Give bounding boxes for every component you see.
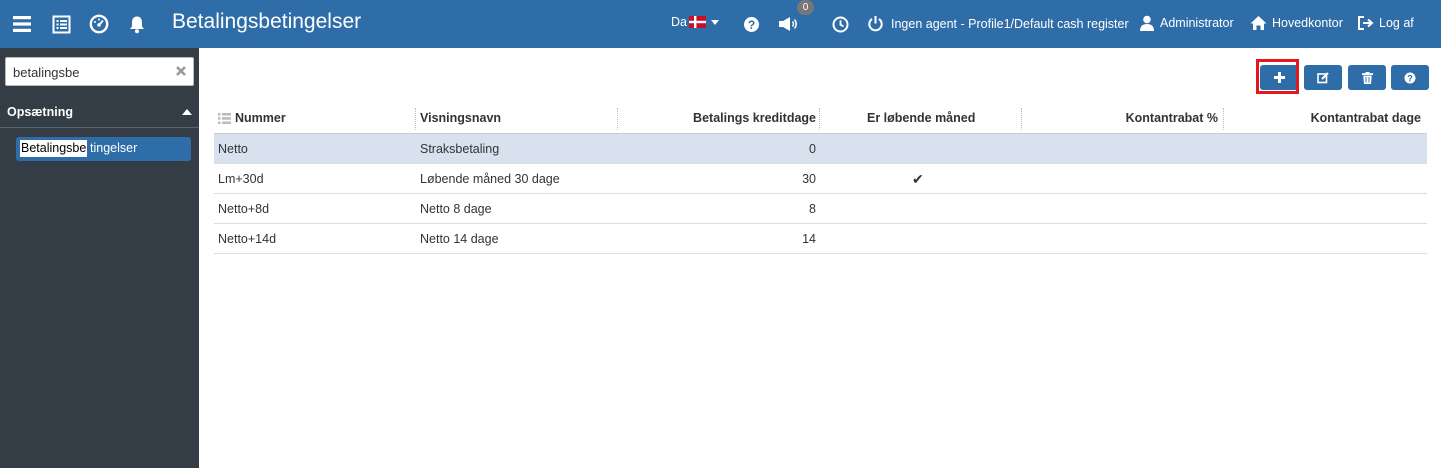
table-header: Nummer Visningsnavn Betalings kreditdage… bbox=[214, 104, 1427, 134]
table-row[interactable]: Netto+14d Netto 14 dage 14 bbox=[214, 224, 1427, 254]
section-header-opsaetning[interactable]: Opsætning bbox=[0, 100, 199, 128]
cell-kreditdage: 14 bbox=[802, 232, 816, 246]
payment-terms-table: Nummer Visningsnavn Betalings kreditdage… bbox=[214, 104, 1427, 254]
checkmark-icon: ✔ bbox=[912, 171, 924, 187]
language-selector[interactable]: Da bbox=[671, 15, 719, 29]
cell-kreditdage: 30 bbox=[802, 172, 816, 186]
clock-icon[interactable] bbox=[829, 13, 851, 35]
column-divider[interactable] bbox=[617, 108, 618, 130]
search-match-highlight: Betalingsbe bbox=[20, 140, 88, 157]
location-label: Hovedkontor bbox=[1272, 16, 1343, 30]
sidebar-item-label-rest: tingelser bbox=[90, 141, 138, 155]
megaphone-icon[interactable] bbox=[777, 13, 799, 35]
column-header-nummer[interactable]: Nummer bbox=[235, 111, 286, 125]
sidebar-search-input[interactable] bbox=[13, 63, 173, 81]
cell-nummer: Netto+14d bbox=[218, 232, 277, 246]
column-chooser-icon[interactable] bbox=[218, 113, 231, 124]
trash-icon bbox=[1361, 71, 1373, 84]
column-divider[interactable] bbox=[819, 108, 820, 130]
caret-up-icon bbox=[182, 109, 192, 115]
column-header-visningsnavn[interactable]: Visningsnavn bbox=[420, 111, 501, 125]
caret-down-icon bbox=[710, 19, 719, 25]
column-header-kontantrabat-pct[interactable]: Kontantrabat % bbox=[1126, 111, 1218, 125]
user-icon bbox=[1140, 15, 1154, 31]
cell-visningsnavn: Løbende måned 30 dage bbox=[420, 172, 560, 186]
page-title: Betalingsbetingelser bbox=[172, 10, 362, 33]
bell-icon[interactable] bbox=[126, 13, 148, 35]
notification-badge: 0 bbox=[797, 0, 814, 15]
user-menu[interactable]: Administrator bbox=[1139, 15, 1234, 31]
column-header-lobende-maaned[interactable]: Er løbende måned bbox=[867, 111, 975, 125]
svg-text:?: ? bbox=[1407, 73, 1413, 83]
cell-nummer: Lm+30d bbox=[218, 172, 264, 186]
column-divider[interactable] bbox=[1223, 108, 1224, 130]
list-icon[interactable] bbox=[50, 13, 72, 35]
svg-text:?: ? bbox=[747, 17, 754, 31]
logout-link[interactable]: Log af bbox=[1357, 15, 1414, 31]
top-bar: Betalingsbetingelser Da ? 0 Ingen agent … bbox=[0, 0, 1441, 48]
cell-visningsnavn: Netto 8 dage bbox=[420, 202, 492, 216]
sidebar: Opsætning Betalingsbe tingelser bbox=[0, 48, 199, 468]
edit-icon bbox=[1317, 71, 1329, 83]
power-icon bbox=[868, 16, 883, 32]
help-icon: ? bbox=[1404, 72, 1416, 83]
logout-icon bbox=[1358, 16, 1374, 30]
logout-label: Log af bbox=[1379, 16, 1414, 30]
help-button[interactable]: ? bbox=[1391, 65, 1429, 90]
sidebar-search bbox=[5, 57, 194, 86]
sidebar-item-betalingsbetingelser[interactable]: Betalingsbe tingelser bbox=[16, 137, 191, 161]
table-row[interactable]: Netto+8d Netto 8 dage 8 bbox=[214, 194, 1427, 224]
cell-nummer: Netto+8d bbox=[218, 202, 270, 216]
agent-status-label: Ingen agent - Profile1/Default cash regi… bbox=[891, 16, 1129, 31]
column-divider[interactable] bbox=[415, 108, 416, 130]
section-title: Opsætning bbox=[7, 105, 73, 119]
table-row[interactable]: Netto Straksbetaling 0 bbox=[214, 134, 1427, 164]
delete-button[interactable] bbox=[1348, 65, 1386, 90]
cell-kreditdage: 0 bbox=[809, 142, 816, 156]
agent-status[interactable]: Ingen agent - Profile1/Default cash regi… bbox=[867, 15, 1129, 32]
table-row[interactable]: Lm+30d Løbende måned 30 dage 30 ✔ bbox=[214, 164, 1427, 194]
menu-icon[interactable] bbox=[11, 13, 33, 35]
user-label: Administrator bbox=[1160, 16, 1234, 30]
edit-button[interactable] bbox=[1304, 65, 1342, 90]
home-icon bbox=[1250, 16, 1267, 30]
cell-nummer: Netto bbox=[218, 142, 248, 156]
dashboard-icon[interactable] bbox=[88, 13, 110, 35]
column-divider[interactable] bbox=[1021, 108, 1022, 130]
location-menu[interactable]: Hovedkontor bbox=[1250, 15, 1343, 31]
cell-visningsnavn: Straksbetaling bbox=[420, 142, 500, 156]
help-circle-icon[interactable]: ? bbox=[740, 13, 762, 35]
column-header-kreditdage[interactable]: Betalings kreditdage bbox=[693, 111, 816, 125]
cell-kreditdage: 8 bbox=[809, 202, 816, 216]
danish-flag-icon bbox=[688, 16, 706, 28]
column-header-kontantrabat-dage[interactable]: Kontantrabat dage bbox=[1311, 111, 1421, 125]
cell-visningsnavn: Netto 14 dage bbox=[420, 232, 499, 246]
language-label: Da bbox=[671, 15, 687, 29]
add-button-highlight bbox=[1256, 59, 1299, 94]
clear-search-icon[interactable] bbox=[174, 64, 188, 78]
